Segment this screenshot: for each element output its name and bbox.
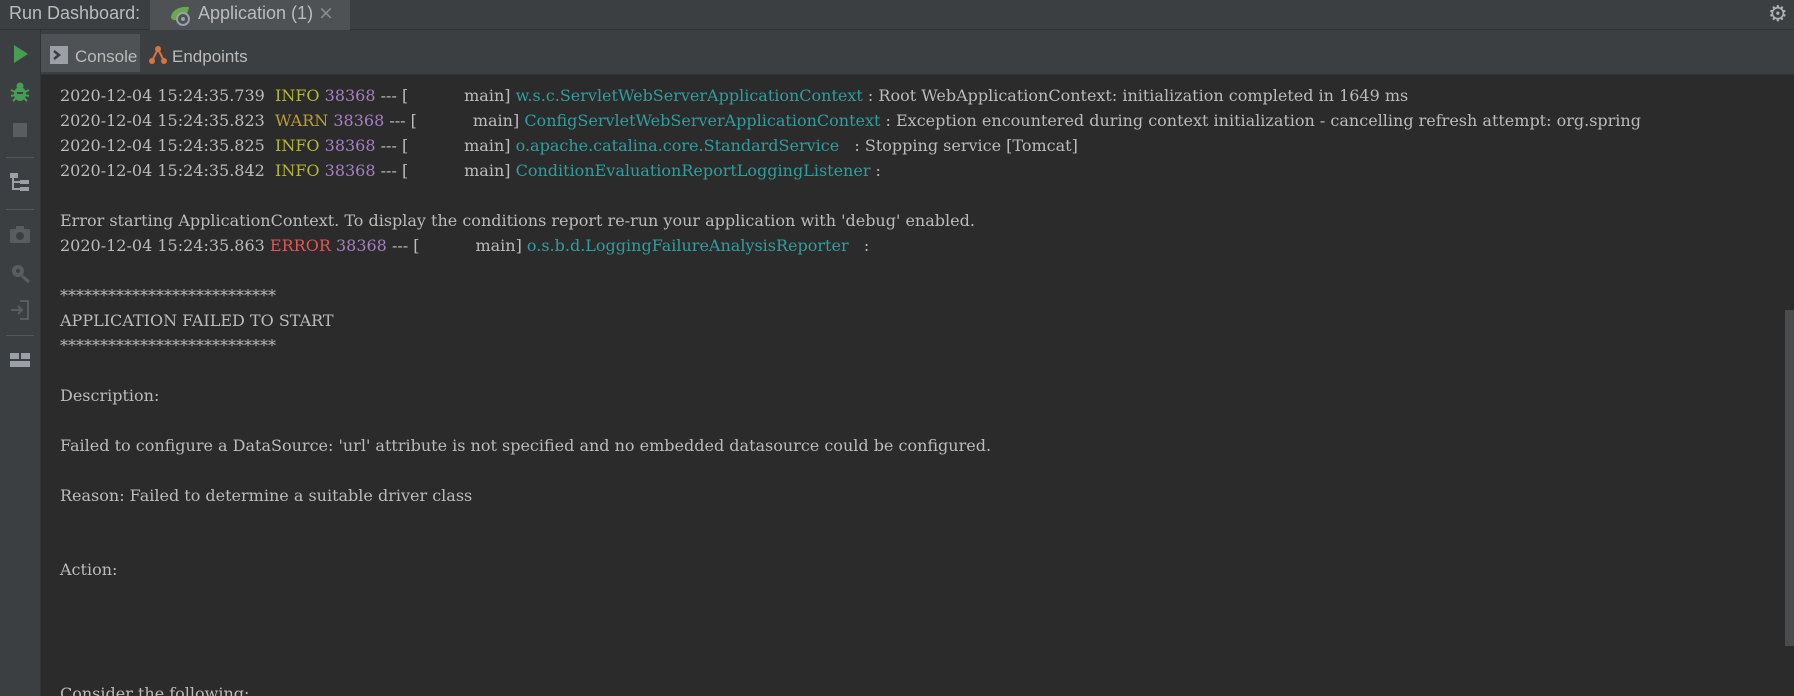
run-dashboard-header: Run Dashboard: Application (1) × ⚙ — [0, 0, 1794, 30]
logger-name: w.s.c.ServletWebServerApplicationContext — [515, 86, 863, 105]
console-output[interactable]: 2020-12-04 15:24:35.739 INFO 38368 --- [… — [41, 75, 1794, 696]
console-scrollbar[interactable] — [1785, 310, 1794, 646]
stop-icon[interactable] — [8, 118, 32, 142]
settings-bug-icon[interactable] — [8, 260, 32, 284]
toolbar-separator — [6, 335, 34, 336]
console-text-line: Failed to configure a DataSource: 'url' … — [60, 436, 992, 455]
debug-icon[interactable] — [8, 80, 32, 104]
spring-boot-app-icon — [168, 4, 192, 26]
run-toolbar — [0, 30, 41, 696]
screenshot-icon[interactable] — [8, 222, 32, 246]
console-text-line: *************************** — [60, 336, 276, 355]
console-text-line: *************************** — [60, 286, 276, 305]
log-line: 2020-12-04 15:24:35.825 INFO 38368 --- [… — [60, 136, 1078, 155]
toolbar-separator — [6, 157, 34, 158]
logger-name: ConfigServletWebServerApplicationContext — [524, 111, 881, 130]
tree-icon[interactable] — [8, 170, 32, 194]
run-dashboard-title: Run Dashboard: — [9, 3, 141, 23]
console-text-line: Error starting ApplicationContext. To di… — [60, 211, 975, 230]
tab-console-label: Console — [75, 47, 138, 66]
close-icon[interactable]: × — [318, 2, 334, 24]
tab-application-label: Application (1) — [198, 3, 314, 23]
console-icon — [49, 45, 69, 65]
console-text-line: Reason: Failed to determine a suitable d… — [60, 486, 473, 505]
tab-console[interactable]: Console — [41, 34, 140, 72]
logger-name: o.apache.catalina.core.StandardService — [515, 136, 850, 155]
tab-endpoints[interactable]: Endpoints — [140, 34, 256, 72]
console-text-line: Action: — [60, 560, 118, 579]
log-line: 2020-12-04 15:24:35.739 INFO 38368 --- [… — [60, 86, 1409, 105]
log-line: 2020-12-04 15:24:35.842 INFO 38368 --- [… — [60, 161, 881, 180]
log-line: 2020-12-04 15:24:35.823 WARN 38368 --- [… — [60, 111, 1641, 130]
layout-icon[interactable] — [8, 348, 32, 372]
console-tab-bar: Console Endpoints — [41, 30, 1794, 75]
console-text-line: Description: — [60, 386, 160, 405]
console-text-line: Consider the following: — [60, 684, 250, 696]
gear-icon[interactable]: ⚙ — [1768, 2, 1788, 27]
log-line: 2020-12-04 15:24:35.863 ERROR 38368 --- … — [60, 236, 870, 255]
console-text-line: APPLICATION FAILED TO START — [60, 311, 334, 330]
endpoints-icon — [148, 45, 168, 65]
logger-name: ConditionEvaluationReportLoggingListener — [515, 161, 871, 180]
logger-name: o.s.b.d.LoggingFailureAnalysisReporter — [526, 236, 859, 255]
toolbar-separator — [6, 209, 34, 210]
tab-application[interactable]: Application (1) × — [150, 0, 350, 30]
run-icon[interactable] — [8, 42, 32, 66]
login-icon[interactable] — [8, 298, 32, 322]
tab-endpoints-label: Endpoints — [172, 47, 248, 66]
